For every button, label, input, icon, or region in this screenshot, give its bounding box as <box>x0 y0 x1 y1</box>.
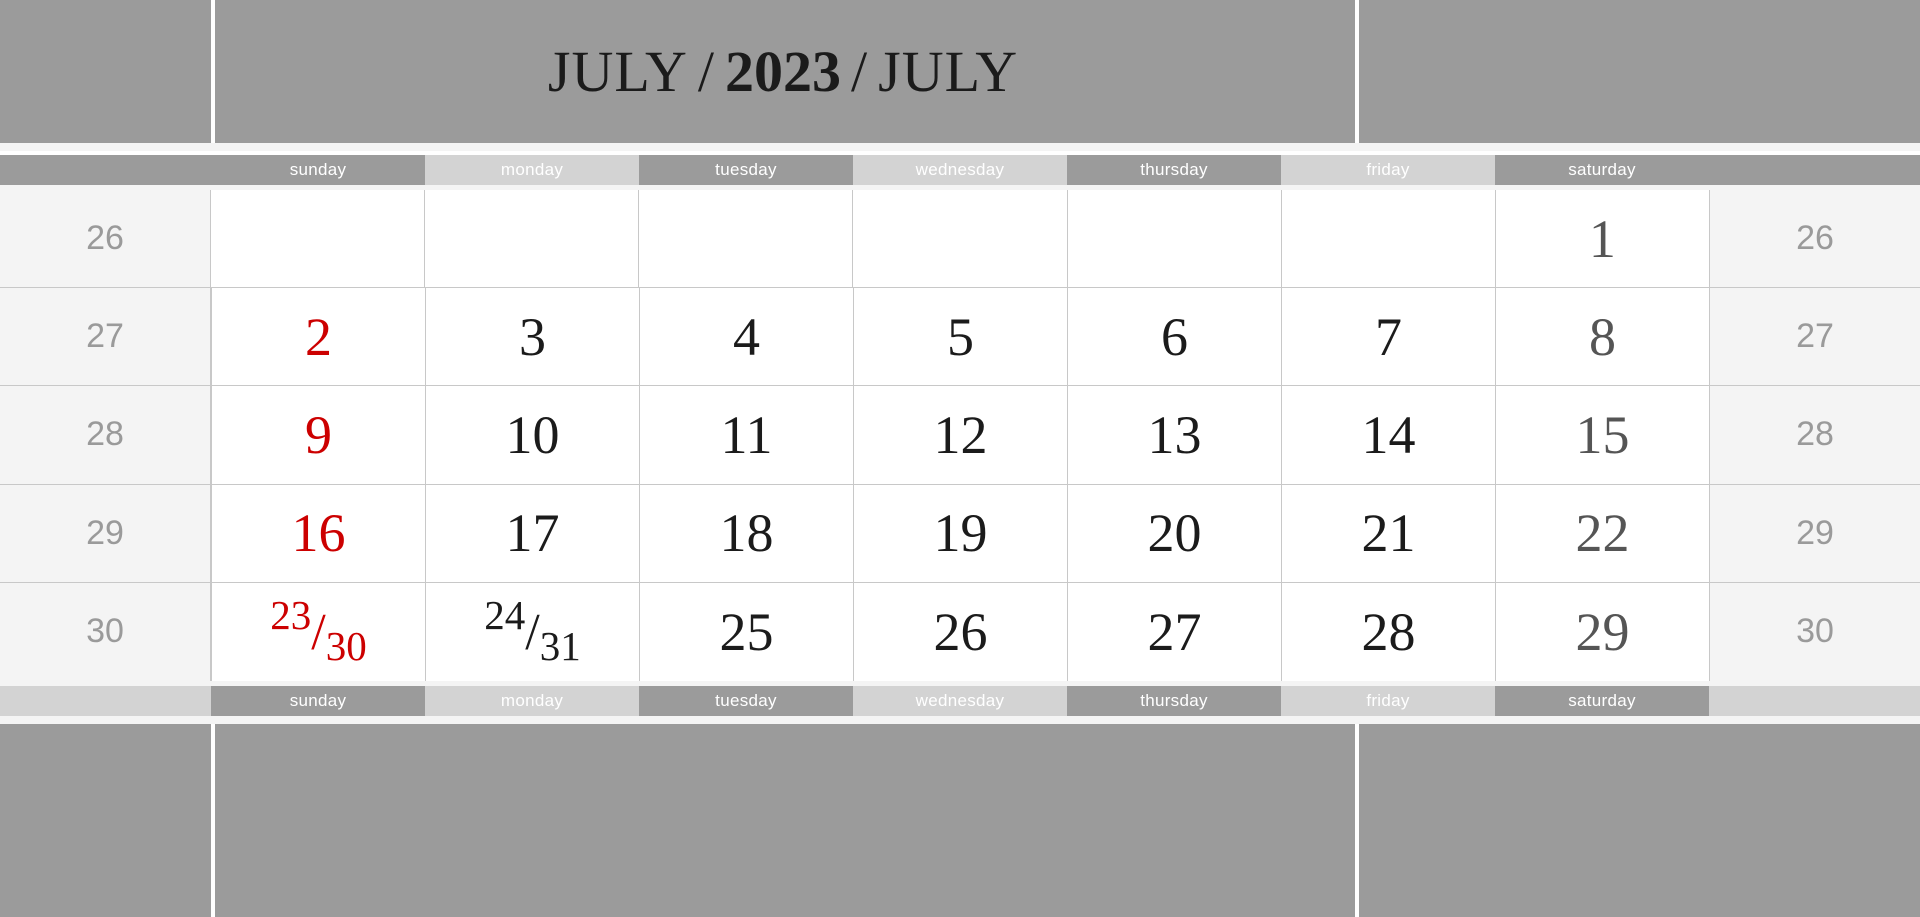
day-cell-empty <box>1067 190 1282 289</box>
day-cell[interactable]: 25 <box>640 582 854 681</box>
day-cell[interactable]: 27 <box>1068 582 1282 681</box>
week-number-right: 29 <box>1709 484 1920 583</box>
weekday-label-saturday-bot: saturday <box>1495 686 1709 716</box>
calendar-header-band: JULY / 2023 / JULY <box>0 0 1920 143</box>
day-cell[interactable]: 6 <box>1068 288 1282 387</box>
weekday-header-row-top: sunday monday tuesday wednesday thursday frid… <box>0 155 1920 185</box>
footer-gap-strip <box>0 716 1920 724</box>
footer-divider-left <box>211 724 215 917</box>
day-fraction-top: 24 <box>484 592 526 639</box>
day-cell[interactable]: 28 <box>1282 582 1496 681</box>
day-cell-empty <box>425 190 640 289</box>
title-separator-left: / <box>697 39 715 104</box>
weekday-label-friday-top: friday <box>1281 155 1495 185</box>
footer-divider-right <box>1355 724 1359 917</box>
weekday-label-monday-top: monday <box>425 155 639 185</box>
title-year: 2023 <box>725 39 841 104</box>
weekday-label-saturday-top: saturday <box>1495 155 1709 185</box>
day-cell[interactable]: 12 <box>854 386 1068 485</box>
weekday-bar-pad-left-bot <box>0 686 211 716</box>
calendar-week-row: 29 16 17 18 19 20 21 22 29 <box>0 484 1920 583</box>
calendar-footer-band <box>0 724 1920 917</box>
day-cell[interactable]: 2 <box>211 288 426 387</box>
calendar-week-row: 30 23/30 24/31 25 26 27 28 29 30 <box>0 582 1920 681</box>
day-cell[interactable]: 26 <box>854 582 1068 681</box>
day-cell[interactable]: 15 <box>1496 386 1709 485</box>
header-gap-strip <box>0 143 1920 151</box>
day-fraction-bottom: 30 <box>325 623 367 670</box>
day-fraction-bottom: 31 <box>539 623 581 670</box>
day-cell-empty <box>853 190 1068 289</box>
day-fraction: 23/30 <box>270 595 366 667</box>
weekday-label-friday-bot: friday <box>1281 686 1495 716</box>
calendar-week-row: 26 1 26 <box>0 190 1920 289</box>
week-number-right: 27 <box>1709 288 1920 387</box>
day-cell[interactable]: 11 <box>640 386 854 485</box>
day-cell[interactable]: 14 <box>1282 386 1496 485</box>
week-number-left: 26 <box>0 190 211 289</box>
week-number-right: 26 <box>1708 190 1920 289</box>
day-fraction-slash: / <box>311 604 326 662</box>
calendar-grid: 26 1 26 27 2 3 4 5 6 7 8 27 28 9 10 11 12 13 14 15 28 29 16 17 1… <box>0 190 1920 681</box>
day-cell[interactable]: 7 <box>1282 288 1496 387</box>
header-divider-left <box>211 0 215 143</box>
day-fraction-top: 23 <box>270 592 312 639</box>
calendar-page: JULY / 2023 / JULY sunday monday tuesday we… <box>0 0 1920 917</box>
header-divider-right <box>1355 0 1359 143</box>
weekday-header-row-bottom: sunday monday tuesday wednesday thursday frid… <box>0 686 1920 716</box>
week-number-right: 28 <box>1709 386 1920 485</box>
title-month-left: JULY <box>547 39 688 104</box>
week-number-left: 29 <box>0 484 211 583</box>
day-cell[interactable]: 20 <box>1068 484 1282 583</box>
day-cell[interactable]: 13 <box>1068 386 1282 485</box>
day-cell[interactable]: 19 <box>854 484 1068 583</box>
week-number-right: 30 <box>1709 582 1920 681</box>
day-cell-empty <box>211 190 426 289</box>
weekday-label-sunday-bot: sunday <box>211 686 425 716</box>
weekday-bar-pad-right-top <box>1709 155 1920 185</box>
weekday-label-thursday-bot: thursday <box>1067 686 1281 716</box>
weekday-label-tuesday-bot: tuesday <box>639 686 853 716</box>
week-number-left: 27 <box>0 288 211 387</box>
day-cell-empty <box>1281 190 1496 289</box>
calendar-title: JULY / 2023 / JULY <box>211 0 1355 143</box>
day-cell[interactable]: 16 <box>211 484 426 583</box>
title-month-right: JULY <box>878 39 1019 104</box>
day-cell[interactable]: 24/31 <box>426 582 640 681</box>
title-separator-right: / <box>851 39 869 104</box>
weekday-label-monday-bot: monday <box>425 686 639 716</box>
day-cell[interactable]: 22 <box>1496 484 1709 583</box>
day-cell[interactable]: 10 <box>426 386 640 485</box>
day-cell[interactable]: 3 <box>426 288 640 387</box>
day-cell[interactable]: 1 <box>1495 190 1709 289</box>
weekday-label-tuesday-top: tuesday <box>639 155 853 185</box>
week-number-left: 30 <box>0 582 211 681</box>
weekday-label-wednesday-top: wednesday <box>853 155 1067 185</box>
calendar-week-row: 27 2 3 4 5 6 7 8 27 <box>0 288 1920 387</box>
week-number-left: 28 <box>0 386 211 485</box>
day-cell[interactable]: 21 <box>1282 484 1496 583</box>
day-fraction: 24/31 <box>484 595 580 667</box>
weekday-bar-pad-right-bot <box>1709 686 1920 716</box>
day-cell-empty <box>639 190 854 289</box>
day-fraction-slash: / <box>525 604 540 662</box>
day-cell[interactable]: 29 <box>1496 582 1709 681</box>
day-cell[interactable]: 17 <box>426 484 640 583</box>
day-cell[interactable]: 18 <box>640 484 854 583</box>
day-cell[interactable]: 4 <box>640 288 854 387</box>
calendar-week-row: 28 9 10 11 12 13 14 15 28 <box>0 386 1920 485</box>
weekday-label-sunday-top: sunday <box>211 155 425 185</box>
day-cell[interactable]: 9 <box>211 386 426 485</box>
day-cell[interactable]: 5 <box>854 288 1068 387</box>
weekday-bar-pad-left-top <box>0 155 211 185</box>
weekday-label-thursday-top: thursday <box>1067 155 1281 185</box>
weekday-label-wednesday-bot: wednesday <box>853 686 1067 716</box>
day-cell[interactable]: 23/30 <box>211 582 426 681</box>
day-cell[interactable]: 8 <box>1496 288 1709 387</box>
